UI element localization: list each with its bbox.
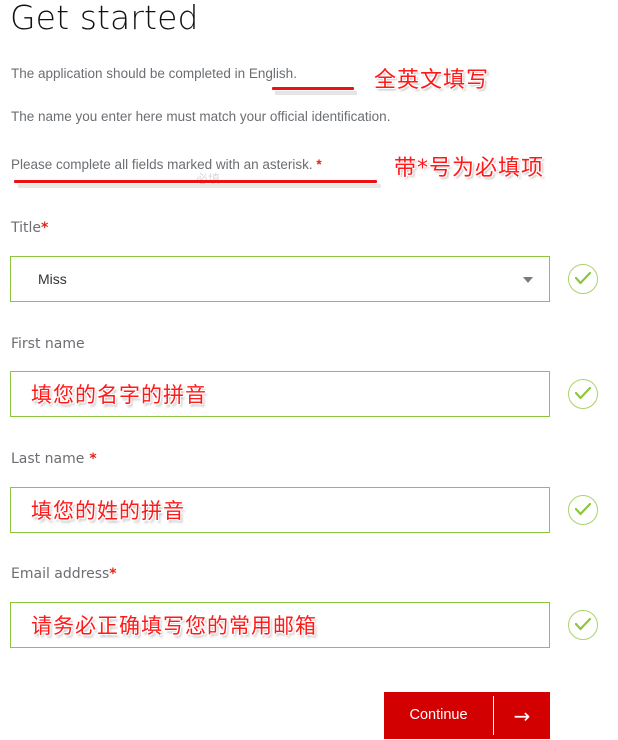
label-first-name: First name — [11, 336, 85, 352]
annotation-first-name: 填您的名字的拼音 — [31, 383, 207, 407]
input-email-address[interactable]: 请务必正确填写您的常用邮箱 — [10, 602, 550, 648]
valid-check-icon-title — [568, 264, 598, 294]
label-last-name: Last name * — [11, 451, 97, 467]
intro-line-english-emphasis: in English. — [234, 66, 297, 81]
annotation-underline-asterisk-shadow — [18, 184, 381, 188]
label-email-address-text: Email address — [11, 566, 110, 582]
input-first-name[interactable]: 填您的名字的拼音 — [10, 371, 550, 417]
input-last-name[interactable]: 填您的姓的拼音 — [10, 487, 550, 533]
arrow-right-icon: → — [513, 703, 531, 728]
valid-check-icon-email-address — [568, 610, 598, 640]
select-title-value: Miss — [38, 271, 67, 287]
intro-line-english-text: The application should be completed — [11, 66, 235, 81]
label-last-name-text: Last name — [11, 451, 85, 467]
label-title-text: Title — [11, 220, 42, 236]
intro-line-asterisk: Please complete all fields marked with a… — [11, 157, 322, 172]
valid-check-icon-first-name — [568, 379, 598, 409]
label-email-address-required: * — [109, 566, 117, 582]
annotation-underline-english-shadow — [275, 91, 357, 95]
select-title[interactable]: Miss — [10, 256, 550, 302]
annotation-underline-english — [272, 87, 354, 90]
label-title: Title* — [11, 220, 48, 236]
continue-button-label: Continue — [409, 707, 468, 724]
label-title-required: * — [41, 220, 49, 236]
get-started-page: Get started The application should be co… — [0, 0, 618, 740]
annotation-note-english: 全英文填写 — [374, 68, 490, 93]
annotation-note-asterisk: 带*号为必填项 — [394, 156, 545, 181]
chevron-down-icon[interactable] — [523, 277, 533, 283]
continue-button[interactable]: Continue → — [384, 692, 550, 739]
label-first-name-text: First name — [11, 336, 85, 352]
label-email-address: Email address* — [11, 566, 117, 582]
intro-line-english: The application should be completed in E… — [11, 66, 297, 81]
annotation-underline-asterisk — [14, 180, 377, 183]
intro-line-asterisk-text: Please complete all fields marked with a… — [11, 157, 313, 172]
annotation-email-address: 请务必正确填写您的常用邮箱 — [31, 614, 317, 638]
intro-line-identification: The name you enter here must match your … — [11, 109, 391, 124]
valid-check-icon-last-name — [568, 495, 598, 525]
asterisk-mark: * — [316, 157, 322, 172]
annotation-last-name: 填您的姓的拼音 — [31, 499, 185, 523]
label-last-name-required: * — [89, 451, 97, 467]
page-title: Get started — [10, 0, 199, 37]
